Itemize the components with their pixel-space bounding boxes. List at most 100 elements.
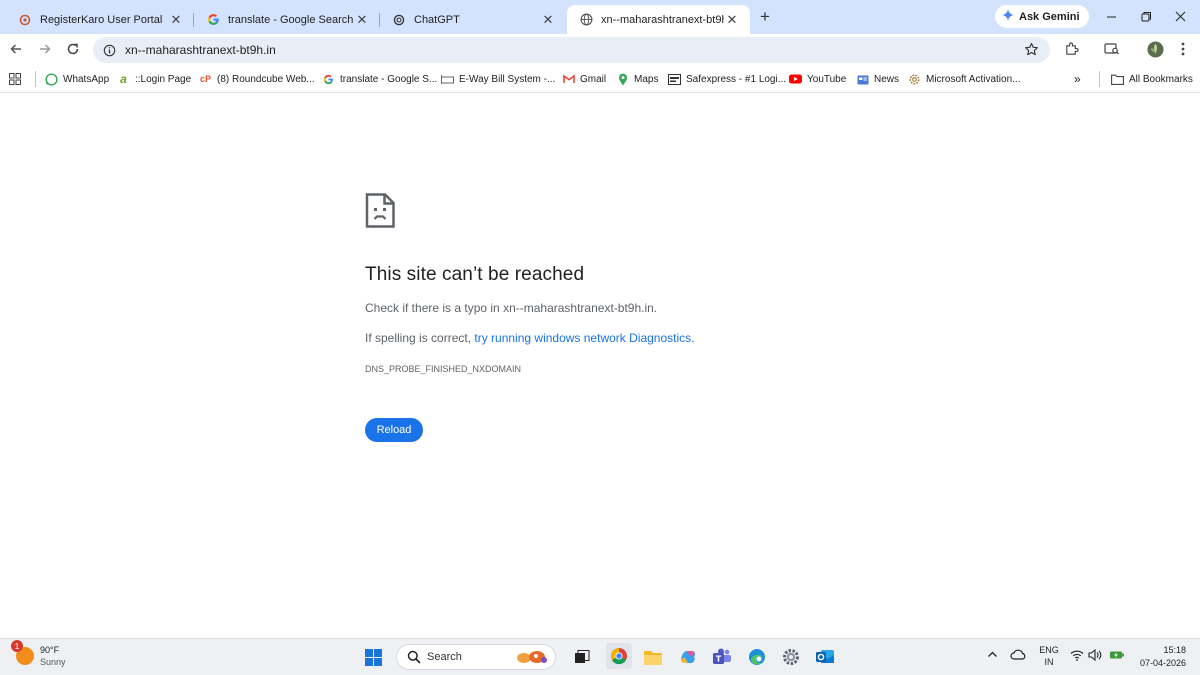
outlook-icon[interactable] [814, 646, 836, 668]
bookmark-star-icon[interactable] [1024, 42, 1040, 58]
restore-icon[interactable] [1134, 6, 1158, 26]
bookmark-login-page[interactable]: a ::Login Page [117, 71, 191, 87]
gemini-label: Ask Gemini [1019, 10, 1080, 23]
gear-icon [908, 73, 921, 86]
youtube-icon [789, 73, 802, 86]
onedrive-cloud-icon[interactable] [1010, 649, 1026, 662]
tab-search-icon[interactable] [1102, 39, 1122, 59]
taskbar-search-box[interactable]: Search [396, 644, 556, 670]
tab-registerkaro[interactable]: RegisterKaro User Portal ✕ [6, 5, 194, 34]
reload-icon[interactable] [63, 39, 83, 59]
login-page-icon: a [120, 72, 127, 86]
file-explorer-icon[interactable] [642, 646, 664, 668]
bookmarks-bar: WhatsApp a ::Login Page cP (8) Roundcube… [0, 65, 1200, 93]
bookmark-gmail[interactable]: Gmail [562, 71, 606, 87]
bookmarks-overflow-button[interactable]: » [1074, 71, 1081, 87]
wifi-icon[interactable] [1070, 649, 1084, 663]
chrome-taskbar-icon[interactable] [606, 643, 632, 669]
bookmark-youtube[interactable]: YouTube [789, 71, 846, 87]
windows-start-icon[interactable] [365, 649, 382, 666]
safexpress-icon [668, 73, 681, 86]
address-bar[interactable]: xn--maharashtranext-bt9h.in [93, 37, 1050, 63]
bookmark-translate[interactable]: translate - Google S... [322, 71, 437, 87]
bookmark-safexpress[interactable]: Safexpress - #1 Logi... [668, 71, 786, 87]
error-diagnostics-hint: If spelling is correct, try running wind… [365, 331, 694, 345]
weather-desc: Sunny [40, 657, 66, 667]
search-highlight-icon [515, 648, 549, 669]
browser-toolbar: xn--maharashtranext-bt9h.in [0, 34, 1200, 65]
sad-document-icon [365, 193, 395, 228]
clock-date: 07-04-2026 [1139, 658, 1186, 668]
site-info-icon[interactable] [95, 37, 123, 63]
weather-widget[interactable]: 1 90°F Sunny [11, 640, 66, 668]
close-icon[interactable]: ✕ [724, 12, 740, 28]
close-icon[interactable]: ✕ [540, 12, 556, 28]
avatar[interactable] [1145, 39, 1165, 59]
bookmarks-divider [35, 71, 36, 87]
svg-text:T: T [716, 655, 722, 664]
show-hidden-icons-chevron-icon[interactable] [987, 649, 998, 662]
taskbar-clock[interactable]: 15:18 07-04-2026 [1136, 644, 1186, 670]
close-icon[interactable]: ✕ [354, 12, 370, 28]
bookmark-whatsapp[interactable]: WhatsApp [45, 71, 109, 87]
close-window-icon[interactable] [1168, 6, 1192, 26]
bookmark-roundcube[interactable]: cP (8) Roundcube Web... [199, 71, 315, 87]
input-language-indicator[interactable]: ENG IN [1038, 644, 1060, 668]
tab-title: RegisterKaro User Portal [40, 13, 163, 26]
error-typo-hint: Check if there is a typo in xn--maharash… [365, 301, 658, 315]
tab-title: xn--maharashtranext-bt9h.in [601, 13, 724, 26]
gmail-icon [562, 73, 575, 86]
google-icon [206, 13, 220, 27]
copilot-icon[interactable] [677, 646, 699, 668]
ask-gemini-button[interactable]: Ask Gemini [995, 5, 1089, 28]
cpanel-icon: cP [199, 74, 211, 84]
close-icon[interactable]: ✕ [168, 12, 184, 28]
task-view-icon[interactable] [571, 646, 593, 668]
battery-charging-icon[interactable] [1109, 649, 1125, 663]
search-label: Search [427, 651, 462, 663]
error-code: DNS_PROBE_FINISHED_NXDOMAIN [365, 364, 522, 374]
error-diagnostics-prefix: If spelling is correct, [365, 331, 475, 345]
teams-icon[interactable]: T [711, 646, 733, 668]
forward-icon[interactable] [35, 39, 55, 59]
registerkaro-icon [18, 13, 32, 27]
whatsapp-icon [45, 72, 58, 86]
bookmark-eway-bill[interactable]: E-Way Bill System -... [441, 71, 555, 87]
gemini-sparkle-icon [1002, 9, 1014, 24]
edge-icon[interactable] [746, 646, 768, 668]
volume-icon[interactable] [1088, 648, 1102, 663]
tab-active-site[interactable]: xn--maharashtranext-bt9h.in ✕ [567, 5, 750, 34]
region-code: IN [1044, 657, 1054, 667]
network-diagnostics-link[interactable]: try running windows network Diagnostics. [474, 331, 694, 345]
folder-icon [1111, 73, 1124, 86]
reload-button[interactable]: Reload [365, 418, 423, 442]
url-text: xn--maharashtranext-bt9h.in [125, 43, 276, 57]
sun-icon: 1 [11, 640, 34, 665]
tab-google-search[interactable]: translate - Google Search ✕ [194, 5, 380, 34]
tab-strip: RegisterKaro User Portal ✕ translate - G… [0, 0, 1200, 34]
tab-chatgpt[interactable]: ChatGPT ✕ [380, 5, 566, 34]
tab-title: ChatGPT [414, 13, 460, 26]
notification-badge: 1 [11, 640, 23, 652]
bookmark-maps[interactable]: Maps [616, 71, 658, 87]
weather-temp: 90°F [40, 645, 60, 655]
minimize-icon[interactable] [1099, 6, 1123, 26]
error-title: This site can’t be reached [365, 264, 585, 285]
eway-bill-icon [441, 73, 454, 86]
taskbar: 1 90°F Sunny Search T ENG IN 15:18 07-04… [0, 638, 1200, 675]
extensions-icon[interactable] [1061, 39, 1081, 59]
bookmark-microsoft-activation[interactable]: Microsoft Activation... [908, 71, 1020, 87]
apps-grid-icon[interactable] [9, 71, 21, 87]
news-icon [856, 73, 869, 86]
all-bookmarks-button[interactable]: All Bookmarks [1111, 71, 1193, 87]
settings-gear-icon[interactable] [780, 646, 802, 668]
bookmark-news[interactable]: News [856, 71, 899, 87]
new-tab-button[interactable]: + [755, 7, 775, 27]
clock-time: 15:18 [1163, 645, 1186, 655]
menu-icon[interactable] [1173, 39, 1193, 59]
search-icon [407, 650, 421, 664]
back-icon[interactable] [6, 39, 26, 59]
maps-pin-icon [616, 73, 629, 86]
chatgpt-icon [392, 13, 406, 27]
globe-icon [579, 13, 593, 27]
